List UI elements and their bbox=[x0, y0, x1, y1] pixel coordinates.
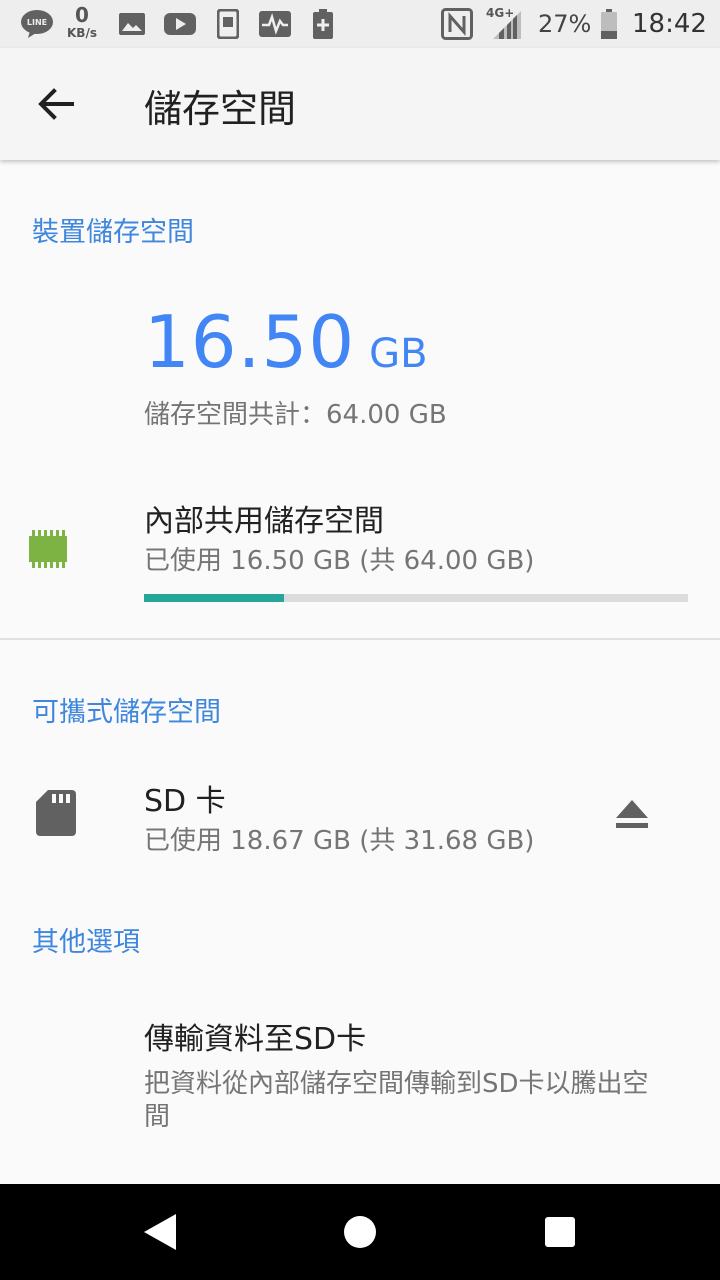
section-divider bbox=[0, 638, 720, 640]
internal-storage-title: 內部共用儲存空間 bbox=[144, 504, 384, 539]
navigation-bar bbox=[0, 1184, 720, 1280]
section-header-other-options: 其他選項 bbox=[32, 927, 140, 958]
used-value: 16.50 bbox=[144, 300, 356, 384]
nfc-icon bbox=[440, 8, 474, 40]
transfer-description-line1: 把資料從內部儲存空間傳輸到SD卡以騰出空 bbox=[144, 1069, 649, 1099]
data-rate: 0 KB/s bbox=[64, 4, 100, 40]
data-rate-unit: KB/s bbox=[67, 26, 97, 40]
battery-percent: 27% bbox=[538, 10, 592, 38]
section-header-portable-storage: 可攜式儲存空間 bbox=[32, 697, 221, 728]
battery-icon bbox=[600, 8, 618, 40]
page-title: 儲存空間 bbox=[144, 87, 297, 131]
internal-storage-progress bbox=[144, 594, 688, 602]
nav-recents-icon bbox=[545, 1217, 575, 1247]
sd-card-usage: 已使用 18.67 GB (共 31.68 GB) bbox=[144, 826, 535, 856]
sd-card-icon bbox=[36, 790, 76, 840]
nav-home-icon bbox=[344, 1216, 376, 1248]
status-bar: LINE 0 KB/s 4G+ 27% 18:42 bbox=[0, 0, 720, 48]
line-icon-label: LINE bbox=[27, 18, 47, 27]
total-capacity: 儲存空間共計：64.00 GB bbox=[144, 400, 447, 430]
nav-home-button[interactable] bbox=[320, 1200, 400, 1264]
transfer-description-line2: 間 bbox=[144, 1102, 171, 1132]
transfer-title: 傳輸資料至SD卡 bbox=[144, 1022, 367, 1057]
section-header-device-storage: 裝置儲存空間 bbox=[32, 217, 194, 248]
battery-saver-icon bbox=[312, 8, 334, 40]
line-icon: LINE bbox=[20, 8, 54, 40]
used-space-total: 16.50 GB bbox=[144, 300, 428, 384]
nav-back-button[interactable] bbox=[120, 1200, 200, 1264]
internal-storage-usage: 已使用 16.50 GB (共 64.00 GB) bbox=[144, 546, 535, 576]
signal-icon bbox=[490, 8, 524, 40]
app-bar: 儲存空間 bbox=[0, 48, 720, 160]
arrow-back-icon bbox=[38, 88, 74, 120]
back-button[interactable] bbox=[20, 76, 92, 132]
internal-storage-progress-fill bbox=[144, 594, 285, 602]
clock: 18:42 bbox=[632, 9, 707, 39]
memory-chip-icon bbox=[26, 530, 70, 574]
image-icon bbox=[118, 8, 146, 40]
youtube-icon bbox=[164, 8, 196, 40]
sd-card-title: SD 卡 bbox=[144, 784, 226, 819]
data-rate-value: 0 bbox=[75, 3, 89, 27]
used-unit: GB bbox=[369, 331, 428, 377]
phone-manager-icon bbox=[216, 8, 240, 40]
activity-icon bbox=[258, 8, 292, 40]
eject-icon bbox=[616, 800, 648, 828]
eject-button[interactable] bbox=[600, 786, 664, 842]
nav-back-icon bbox=[144, 1214, 176, 1250]
nav-recents-button[interactable] bbox=[520, 1200, 600, 1264]
